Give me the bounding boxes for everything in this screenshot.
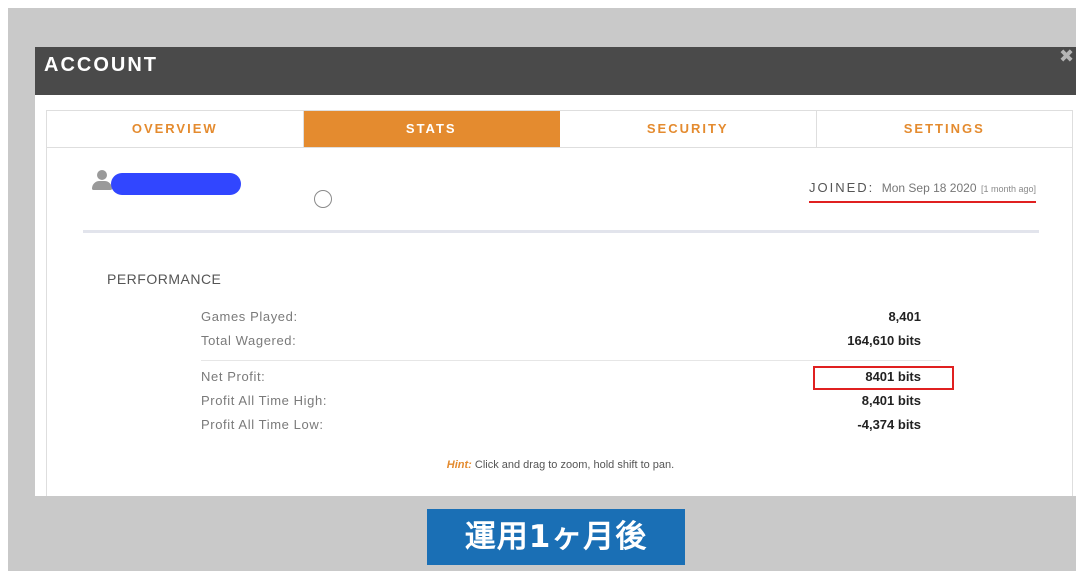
close-icon[interactable]: ✖ xyxy=(1059,47,1074,65)
stat-label: Total Wagered: xyxy=(201,333,297,348)
hint-text: Click and drag to zoom, hold shift to pa… xyxy=(471,459,675,471)
modal-header: ACCOUNT ✖ xyxy=(35,47,1076,95)
user-icon xyxy=(91,170,113,192)
joined-label: JOINED: xyxy=(809,180,875,195)
stat-label: Games Played: xyxy=(201,309,298,324)
account-modal: OVERVIEW STATS SECURITY SETTINGS JOINED:… xyxy=(35,95,1076,496)
status-circle-icon xyxy=(314,190,332,208)
joined-info: JOINED: Mon Sep 18 2020 [1 month ago] xyxy=(809,179,1036,203)
stat-value: 8,401 xyxy=(888,309,921,324)
stat-row-profit-low: Profit All Time Low: -4,374 bits xyxy=(201,414,921,436)
hint-label: Hint: xyxy=(446,459,472,471)
stat-row-games-played: Games Played: 8,401 xyxy=(201,306,921,328)
caption-banner: 運用1ヶ月後 xyxy=(427,509,685,565)
tab-overview[interactable]: OVERVIEW xyxy=(47,111,304,147)
joined-relative: [1 month ago] xyxy=(980,184,1036,194)
joined-date: Mon Sep 18 2020 xyxy=(881,181,977,195)
net-profit-highlight xyxy=(813,366,954,390)
stat-label: Profit All Time Low: xyxy=(201,417,324,432)
performance-title: PERFORMANCE xyxy=(107,271,222,287)
tab-settings[interactable]: SETTINGS xyxy=(817,111,1073,147)
stat-value: -4,374 bits xyxy=(857,417,921,432)
stat-label: Net Profit: xyxy=(201,369,266,384)
stat-value: 8,401 bits xyxy=(861,393,921,408)
stat-value: 164,610 bits xyxy=(847,333,921,348)
chart-hint: Hint: Click and drag to zoom, hold shift… xyxy=(47,459,1074,471)
tab-security[interactable]: SECURITY xyxy=(560,111,817,147)
tab-stats[interactable]: STATS xyxy=(303,111,560,147)
stats-panel: JOINED: Mon Sep 18 2020 [1 month ago] PE… xyxy=(46,147,1073,496)
stat-row-total-wagered: Total Wagered: 164,610 bits xyxy=(201,330,921,352)
modal-title: ACCOUNT xyxy=(44,54,158,76)
stat-row-profit-high: Profit All Time High: 8,401 bits xyxy=(201,390,921,412)
stats-divider xyxy=(201,360,941,361)
profile-divider xyxy=(83,230,1039,233)
tab-bar: OVERVIEW STATS SECURITY SETTINGS xyxy=(46,110,1073,147)
username-redaction xyxy=(111,173,241,195)
stat-label: Profit All Time High: xyxy=(201,393,328,408)
